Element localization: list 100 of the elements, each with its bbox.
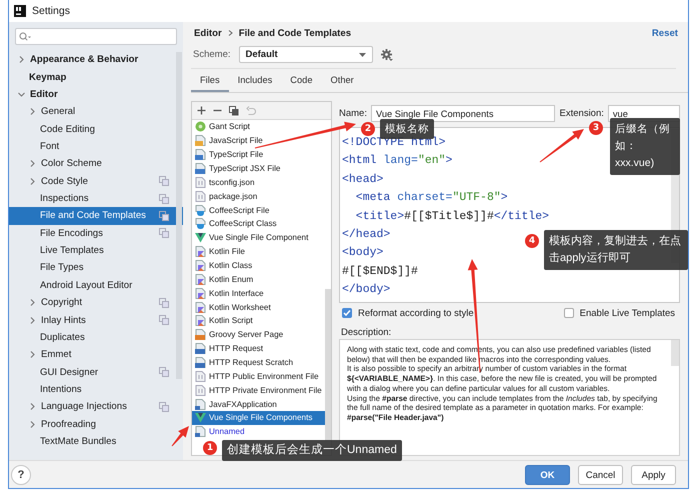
search-field[interactable] (15, 28, 177, 45)
list-item[interactable]: Kotlin Enum (192, 272, 325, 286)
tab[interactable]: Code (281, 75, 322, 92)
tree-item[interactable]: Duplicates (9, 328, 183, 346)
annotation-tooltip: 创建模板后会生成一个Unnamed (222, 440, 402, 461)
caret-icon (358, 52, 366, 56)
checkbox-label[interactable]: Reformat according to style (358, 308, 474, 318)
dialog-button[interactable]: Cancel (578, 465, 623, 485)
chevron-icon[interactable] (28, 316, 37, 325)
list-item[interactable]: package.json (192, 189, 325, 204)
tree-item[interactable]: Color Scheme (9, 155, 183, 173)
tree-item[interactable]: General (9, 103, 183, 120)
code-line: <html lang="en"> (341, 153, 452, 170)
checkbox[interactable] (342, 308, 352, 318)
chevron-icon[interactable] (28, 159, 37, 168)
tab[interactable]: Includes (228, 75, 282, 92)
reset-link[interactable]: Reset (652, 28, 678, 38)
breadcrumb-item[interactable]: Editor (194, 28, 222, 38)
tree-item[interactable]: Editor (9, 86, 183, 104)
chevron-icon[interactable] (28, 176, 37, 186)
help-button[interactable]: ? (11, 465, 31, 485)
tree-item[interactable]: File and Code Templates (9, 207, 183, 225)
breadcrumb-item[interactable]: File and Code Templates (238, 28, 352, 38)
tree-item[interactable]: Inlay Hints (9, 311, 183, 329)
list-item[interactable]: Groovy Server Page (192, 328, 325, 342)
chevron-icon[interactable] (17, 55, 26, 64)
file-icon (195, 190, 206, 202)
circle-icon (195, 121, 206, 132)
triangle-icon (195, 232, 206, 244)
tree-item[interactable]: Code Style (9, 172, 183, 190)
tree-item[interactable]: File Types (9, 259, 183, 277)
scheme-dropdown[interactable]: Default (238, 46, 372, 63)
triangle-icon (195, 412, 206, 424)
tree-item[interactable]: TextMate Bundles (9, 432, 183, 450)
chevron-icon[interactable] (17, 90, 26, 99)
list-item[interactable]: CoffeeScript Class (192, 217, 325, 231)
tree-item[interactable]: Emmet (9, 346, 183, 364)
list-item[interactable]: CoffeeScript File (192, 203, 325, 218)
list-item[interactable]: HTTP Request (192, 342, 325, 356)
chevron-icon[interactable] (28, 107, 37, 116)
scrollbar[interactable] (176, 52, 182, 379)
arrow (172, 426, 189, 446)
tab[interactable]: Files (191, 75, 229, 92)
list-item[interactable]: JavaFXApplication (192, 397, 325, 412)
chevron-icon[interactable] (28, 350, 37, 360)
list-item[interactable]: Kotlin File (192, 244, 325, 259)
list-item[interactable]: Unnamed (192, 424, 325, 439)
tree-item[interactable]: Live Templates (9, 242, 183, 260)
tree-item[interactable]: Intentions (9, 380, 183, 398)
chevron-icon (226, 29, 234, 37)
window-title: Settings (32, 5, 70, 17)
plus-icon[interactable] (197, 106, 206, 115)
chevron-icon[interactable] (28, 420, 37, 429)
list-item[interactable]: Kotlin Worksheet (192, 300, 325, 314)
name-field[interactable]: Vue Single File Components (370, 105, 555, 122)
list-item[interactable]: Vue Single File Component (192, 230, 325, 245)
field-label: Scheme: (193, 49, 230, 60)
tree-item[interactable]: Appearance & Behavior (9, 51, 183, 68)
copy-icon[interactable] (229, 106, 239, 116)
file-icon (195, 357, 206, 368)
tree-item[interactable]: Code Editing (9, 120, 183, 138)
tree-item[interactable]: Proofreading (9, 416, 183, 433)
settings-icon[interactable] (380, 48, 392, 60)
list-item[interactable]: Vue Single File Components (192, 411, 325, 425)
list-item[interactable]: HTTP Public Environment File (192, 369, 325, 384)
field-label: Name: (339, 108, 367, 119)
ok-button[interactable]: OK (525, 465, 570, 485)
dialog-button[interactable]: Apply (631, 465, 676, 485)
code-line: <body> (341, 245, 384, 262)
tree-item[interactable]: Language Injections (9, 398, 183, 416)
list-item[interactable]: Kotlin Class (192, 258, 325, 272)
tree-item[interactable]: Keymap (9, 68, 183, 86)
chevron-icon[interactable] (28, 402, 37, 412)
checkbox[interactable] (564, 308, 574, 318)
tree-item[interactable]: Android Layout Editor (9, 276, 183, 294)
list-item[interactable]: HTTP Request Scratch (192, 356, 325, 370)
chevron-icon[interactable] (28, 298, 37, 308)
scrollbar[interactable] (671, 340, 679, 366)
tree-item[interactable]: Copyright (9, 294, 183, 312)
app-icon (14, 5, 26, 17)
tree-item[interactable]: Inspections (9, 190, 183, 208)
list-item[interactable]: TypeScript File (192, 148, 325, 162)
list-item[interactable]: Kotlin Interface (192, 286, 325, 300)
list-item[interactable]: JavaScript File (192, 134, 325, 148)
checkbox-label[interactable]: Enable Live Templates (580, 308, 676, 318)
file-icon (195, 384, 206, 396)
list-item[interactable]: TypeScript JSX File (192, 162, 325, 176)
list-item[interactable]: tsconfig.json (192, 175, 325, 190)
file-icon (195, 288, 206, 299)
list-item[interactable]: Gant Script (192, 120, 325, 134)
tab[interactable]: Other (322, 75, 363, 92)
tree-item[interactable]: Font (9, 138, 183, 156)
list-item[interactable]: HTTP Private Environment File (192, 383, 325, 398)
file-icon (195, 149, 206, 160)
list-item[interactable]: Kotlin Script (192, 314, 325, 328)
file-icon (195, 329, 206, 340)
scrollbar[interactable] (325, 289, 331, 441)
tree-item[interactable]: File Encodings (9, 224, 183, 242)
tree-item[interactable]: GUI Designer (9, 363, 183, 381)
code-line: <meta charset="UTF-8"> (354, 190, 508, 206)
